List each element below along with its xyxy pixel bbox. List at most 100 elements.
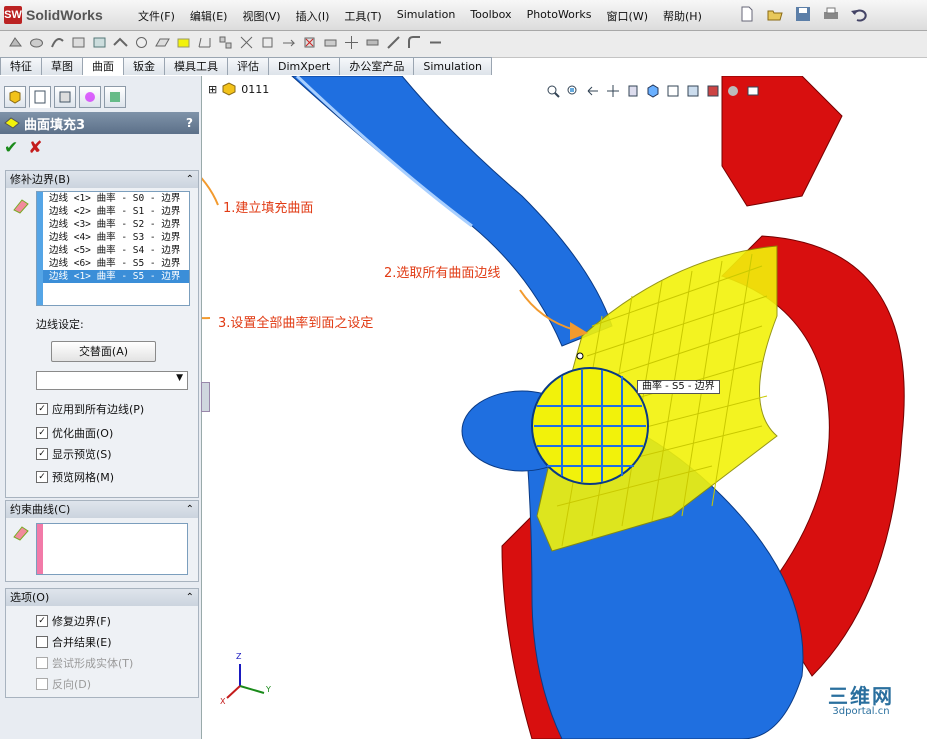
edit-appearance-icon[interactable] (706, 84, 720, 98)
undo-icon[interactable] (850, 5, 868, 23)
checkbox-box[interactable]: ✓ (36, 403, 48, 415)
tab-features[interactable]: 特征 (0, 57, 42, 75)
menu-view[interactable]: 视图(V) (242, 8, 280, 24)
tab-surfaces[interactable]: 曲面 (82, 57, 124, 75)
tab-office-products[interactable]: 办公室产品 (339, 57, 415, 75)
tab-sheet-metal[interactable]: 钣金 (123, 57, 165, 75)
menu-tools[interactable]: 工具(T) (344, 8, 381, 24)
list-item[interactable]: 边线 <3> 曲率 - S2 - 边界 (37, 218, 189, 231)
list-item[interactable]: 边线 <5> 曲率 - S4 - 边界 (37, 244, 189, 257)
planar-surface-icon[interactable] (155, 35, 170, 50)
optimize-surface-checkbox[interactable]: ✓ 优化曲面(O) (36, 425, 113, 441)
replace-face-icon[interactable] (323, 35, 338, 50)
model-view[interactable] (202, 76, 927, 739)
list-item[interactable]: 边线 <2> 曲率 - S1 - 边界 (37, 205, 189, 218)
checkbox-box[interactable]: ✓ (36, 427, 48, 439)
trim-surface-icon[interactable] (239, 35, 254, 50)
feature-manager-tab[interactable] (4, 86, 26, 108)
fillet-icon[interactable] (407, 35, 422, 50)
checkbox-box[interactable]: ✓ (36, 615, 48, 627)
thicken-icon[interactable] (365, 35, 380, 50)
list-item[interactable]: 边线 <1> 曲率 - S0 - 边界 (37, 192, 189, 205)
lofted-surface-icon[interactable] (71, 35, 86, 50)
menu-window[interactable]: 窗口(W) (607, 8, 648, 24)
offset-surface-icon[interactable] (113, 35, 128, 50)
tab-sketch[interactable]: 草图 (41, 57, 83, 75)
knit-surface-icon[interactable] (218, 35, 233, 50)
save-icon[interactable] (794, 5, 812, 23)
feature-tree-flyout[interactable]: ⊞ 0111 (208, 82, 269, 96)
extend-surface-icon[interactable] (281, 35, 296, 50)
panel-splitter-handle[interactable] (201, 382, 210, 412)
dimxpert-manager-tab[interactable] (79, 86, 101, 108)
alternate-face-button[interactable]: 交替面(A) (51, 341, 156, 362)
move-face-icon[interactable] (344, 35, 359, 50)
view-orientation-icon[interactable] (646, 84, 660, 98)
patch-boundary-list[interactable]: 边线 <1> 曲率 - S0 - 边界 边线 <2> 曲率 - S1 - 边界 … (36, 191, 190, 306)
tab-simulation[interactable]: Simulation (413, 57, 492, 75)
menu-edit[interactable]: 编辑(E) (190, 8, 228, 24)
hide-show-items-icon[interactable] (686, 84, 700, 98)
list-item-selected[interactable]: 边线 <1> 曲率 - S5 - 边界 (37, 270, 189, 283)
cancel-button[interactable]: ✘ (28, 138, 42, 158)
continuity-combo[interactable]: ▼ (36, 371, 188, 390)
boundary-surface-icon[interactable] (92, 35, 107, 50)
collapse-icon[interactable]: ⌃ (186, 501, 194, 518)
menu-simulation[interactable]: Simulation (397, 8, 456, 24)
ruled-surface-icon[interactable] (197, 35, 212, 50)
extruded-surface-icon[interactable] (8, 35, 23, 50)
tab-dimxpert[interactable]: DimXpert (268, 57, 341, 75)
list-item[interactable]: 边线 <6> 曲率 - S5 - 边界 (37, 257, 189, 270)
configuration-manager-tab[interactable] (54, 86, 76, 108)
list-item[interactable]: 边线 <4> 曲率 - S3 - 边界 (37, 231, 189, 244)
view-settings-icon[interactable] (746, 84, 760, 98)
graphics-viewport[interactable]: ⊞ 0111 1.建立填充曲面 2.选取所有曲面边线 3.设置全部曲率到面之设定… (202, 76, 927, 739)
menu-file[interactable]: 文件(F) (138, 8, 175, 24)
checkbox-box[interactable] (36, 636, 48, 648)
collapse-icon[interactable]: ⌃ (186, 589, 194, 606)
menu-help[interactable]: 帮助(H) (663, 8, 702, 24)
preview-mesh-checkbox[interactable]: ✓ 预览网格(M) (36, 469, 114, 485)
fix-up-boundary-checkbox[interactable]: ✓ 修复边界(F) (36, 613, 111, 629)
constraint-curves-list[interactable] (36, 523, 188, 575)
untrim-surface-icon[interactable] (260, 35, 275, 50)
menu-insert[interactable]: 插入(I) (296, 8, 330, 24)
tab-mold-tools[interactable]: 模具工具 (164, 57, 228, 75)
ok-button[interactable]: ✔ (4, 138, 18, 158)
menu-photoworks[interactable]: PhotoWorks (527, 8, 592, 24)
print-icon[interactable] (822, 5, 840, 23)
radiate-surface-icon[interactable] (134, 35, 149, 50)
previous-view-icon[interactable] (586, 84, 600, 98)
swept-surface-icon[interactable] (50, 35, 65, 50)
edge-pick-point[interactable] (576, 352, 584, 360)
constraint-curves-header[interactable]: 约束曲线(C) ⌃ (6, 501, 198, 518)
dropdown-arrow-icon[interactable]: ▼ (176, 373, 183, 383)
pan-icon[interactable] (606, 84, 620, 98)
display-manager-tab[interactable] (104, 86, 126, 108)
show-preview-checkbox[interactable]: ✓ 显示预览(S) (36, 446, 112, 462)
zoom-to-area-icon[interactable] (566, 84, 580, 98)
property-manager-tab[interactable] (29, 86, 51, 108)
merge-result-checkbox[interactable]: 合并结果(E) (36, 634, 112, 650)
tab-evaluate[interactable]: 评估 (227, 57, 269, 75)
filled-surface-icon[interactable] (176, 35, 191, 50)
revolved-surface-icon[interactable] (29, 35, 44, 50)
expand-icon[interactable]: ⊞ (208, 83, 217, 96)
patch-boundary-header[interactable]: 修补边界(B) ⌃ (6, 171, 198, 188)
menu-toolbox[interactable]: Toolbox (470, 8, 511, 24)
apply-all-edges-checkbox[interactable]: ✓ 应用到所有边线(P) (36, 401, 144, 417)
display-style-icon[interactable] (666, 84, 680, 98)
checkbox-box[interactable]: ✓ (36, 471, 48, 483)
section-view-icon[interactable] (626, 84, 640, 98)
mid-surface-icon[interactable] (428, 35, 443, 50)
delete-face-icon[interactable] (302, 35, 317, 50)
options-header[interactable]: 选项(O) ⌃ (6, 589, 198, 606)
zoom-to-fit-icon[interactable] (546, 84, 560, 98)
help-button[interactable]: ? (186, 116, 193, 130)
cut-with-surface-icon[interactable] (386, 35, 401, 50)
collapse-icon[interactable]: ⌃ (186, 171, 194, 188)
new-document-icon[interactable] (738, 5, 756, 23)
checkbox-box[interactable]: ✓ (36, 448, 48, 460)
open-icon[interactable] (766, 5, 784, 23)
apply-scene-icon[interactable] (726, 84, 740, 98)
